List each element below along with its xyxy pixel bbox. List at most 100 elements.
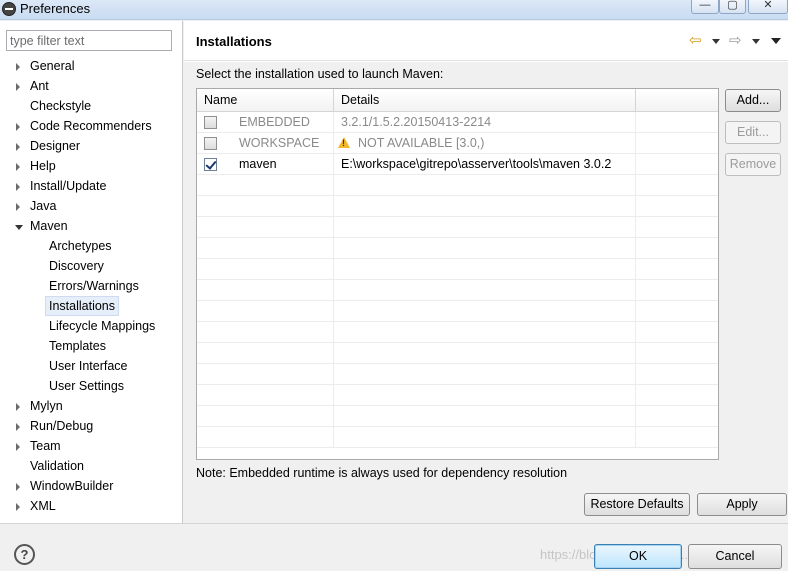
name-cell bbox=[197, 427, 334, 448]
tree-item-ant[interactable]: Ant bbox=[0, 77, 183, 97]
tree-item-maven[interactable]: Maven bbox=[0, 217, 183, 237]
tree-item-label: Archetypes bbox=[49, 239, 112, 253]
name-cell bbox=[197, 196, 334, 217]
tree-item-label: Designer bbox=[30, 139, 81, 153]
collapsed-arrow-icon[interactable] bbox=[16, 503, 20, 511]
details-cell: NOT AVAILABLE [3.0,) bbox=[334, 133, 636, 154]
back-arrow-icon[interactable]: ⇦ bbox=[689, 33, 702, 48]
details-cell bbox=[334, 280, 636, 301]
tree-item-label: Help bbox=[30, 159, 56, 173]
forward-dropdown-icon[interactable] bbox=[752, 39, 760, 44]
collapsed-arrow-icon[interactable] bbox=[16, 483, 20, 491]
empty-table-row bbox=[197, 385, 718, 406]
tree-item-code-recommenders[interactable]: Code Recommenders bbox=[0, 117, 183, 137]
tree-item-label: Run/Debug bbox=[30, 419, 94, 433]
collapsed-arrow-icon[interactable] bbox=[16, 83, 20, 91]
tree-item-label: Installations bbox=[45, 296, 120, 316]
installation-name: WORKSPACE bbox=[239, 136, 320, 150]
table-row[interactable]: WORKSPACE NOT AVAILABLE [3.0,) bbox=[197, 133, 718, 154]
name-cell bbox=[197, 217, 334, 238]
edit-button[interactable]: Edit... bbox=[725, 121, 781, 144]
empty-table-row bbox=[197, 259, 718, 280]
tree-item-label: Lifecycle Mappings bbox=[49, 319, 156, 333]
installation-checkbox[interactable] bbox=[204, 116, 217, 129]
cancel-button[interactable]: Cancel bbox=[688, 544, 782, 569]
back-dropdown-icon[interactable] bbox=[712, 39, 720, 44]
name-cell bbox=[197, 238, 334, 259]
tree-item-templates[interactable]: Templates bbox=[0, 337, 183, 357]
tree-item-xml[interactable]: XML bbox=[0, 497, 183, 517]
details-cell bbox=[334, 259, 636, 280]
tree-item-mylyn[interactable]: Mylyn bbox=[0, 397, 183, 417]
maximize-button[interactable]: ▢ bbox=[719, 0, 746, 14]
expanded-arrow-icon[interactable] bbox=[15, 225, 23, 230]
page-content: Select the installation used to launch M… bbox=[184, 62, 788, 523]
tree-item-windowbuilder[interactable]: WindowBuilder bbox=[0, 477, 183, 497]
tree-item-installations[interactable]: Installations bbox=[0, 296, 183, 317]
tree-item-user-settings[interactable]: User Settings bbox=[0, 377, 183, 397]
tree-item-designer[interactable]: Designer bbox=[0, 137, 183, 157]
name-cell bbox=[197, 364, 334, 385]
collapsed-arrow-icon[interactable] bbox=[16, 163, 20, 171]
tree-item-general[interactable]: General bbox=[0, 57, 183, 77]
empty-table-row bbox=[197, 322, 718, 343]
details-cell bbox=[334, 385, 636, 406]
tree-item-lifecycle-mappings[interactable]: Lifecycle Mappings bbox=[0, 317, 183, 337]
collapsed-arrow-icon[interactable] bbox=[16, 403, 20, 411]
tree-item-validation[interactable]: Validation bbox=[0, 457, 183, 477]
tree-item-user-interface[interactable]: User Interface bbox=[0, 357, 183, 377]
view-menu-icon[interactable] bbox=[771, 38, 781, 44]
collapsed-arrow-icon[interactable] bbox=[16, 183, 20, 191]
empty-table-row bbox=[197, 406, 718, 427]
installation-checkbox[interactable] bbox=[204, 137, 217, 150]
restore-defaults-button[interactable]: Restore Defaults bbox=[584, 493, 690, 516]
empty-table-row bbox=[197, 217, 718, 238]
tree-item-label: Code Recommenders bbox=[30, 119, 152, 133]
add-button[interactable]: Add... bbox=[725, 89, 781, 112]
tree-item-label: Templates bbox=[49, 339, 106, 353]
installation-checkbox[interactable] bbox=[204, 158, 217, 171]
collapsed-arrow-icon[interactable] bbox=[16, 203, 20, 211]
collapsed-arrow-icon[interactable] bbox=[16, 423, 20, 431]
tree-item-discovery[interactable]: Discovery bbox=[0, 257, 183, 277]
filter-input[interactable] bbox=[6, 30, 172, 51]
details-cell: 3.2.1/1.5.2.20150413-2214 bbox=[334, 112, 636, 133]
page-header: Installations ⇦ ⇨ bbox=[184, 21, 788, 61]
details-cell bbox=[334, 322, 636, 343]
table-row[interactable]: maven E:\workspace\gitrepo\asserver\tools… bbox=[197, 154, 718, 175]
tree-item-team[interactable]: Team bbox=[0, 437, 183, 457]
preferences-tree: General Ant Checkstyle Code Recommenders Des… bbox=[0, 57, 183, 517]
installation-name: EMBEDDED bbox=[239, 115, 310, 129]
collapsed-arrow-icon[interactable] bbox=[16, 123, 20, 131]
remove-button[interactable]: Remove bbox=[725, 153, 781, 176]
details-cell bbox=[334, 217, 636, 238]
name-cell bbox=[197, 385, 334, 406]
column-header-details[interactable]: Details bbox=[334, 89, 636, 112]
tree-item-install-update[interactable]: Install/Update bbox=[0, 177, 183, 197]
collapsed-arrow-icon[interactable] bbox=[16, 143, 20, 151]
instruction-label: Select the installation used to launch M… bbox=[196, 67, 444, 81]
apply-button[interactable]: Apply bbox=[697, 493, 787, 516]
ok-button[interactable]: OK bbox=[594, 544, 682, 569]
name-cell bbox=[197, 175, 334, 196]
tree-item-label: Errors/Warnings bbox=[49, 279, 139, 293]
tree-item-errors-warnings[interactable]: Errors/Warnings bbox=[0, 277, 183, 297]
table-row[interactable]: EMBEDDED 3.2.1/1.5.2.20150413-2214 bbox=[197, 112, 718, 133]
tree-item-run-debug[interactable]: Run/Debug bbox=[0, 417, 183, 437]
column-header-name[interactable]: Name bbox=[197, 89, 334, 112]
tree-item-help[interactable]: Help bbox=[0, 157, 183, 177]
collapsed-arrow-icon[interactable] bbox=[16, 443, 20, 451]
forward-arrow-icon[interactable]: ⇨ bbox=[729, 33, 742, 48]
minimize-button[interactable]: — bbox=[691, 0, 719, 14]
tree-item-java[interactable]: Java bbox=[0, 197, 183, 217]
tree-item-label: Maven bbox=[30, 219, 68, 233]
tree-item-label: User Settings bbox=[49, 379, 125, 393]
close-window-button[interactable]: ✕ bbox=[748, 0, 788, 14]
empty-table-row bbox=[197, 301, 718, 322]
tree-item-archetypes[interactable]: Archetypes bbox=[0, 237, 183, 257]
collapsed-arrow-icon[interactable] bbox=[16, 63, 20, 71]
window-title: Preferences bbox=[20, 1, 91, 16]
help-icon[interactable]: ? bbox=[14, 544, 35, 565]
details-cell bbox=[334, 301, 636, 322]
tree-item-checkstyle[interactable]: Checkstyle bbox=[0, 97, 183, 117]
